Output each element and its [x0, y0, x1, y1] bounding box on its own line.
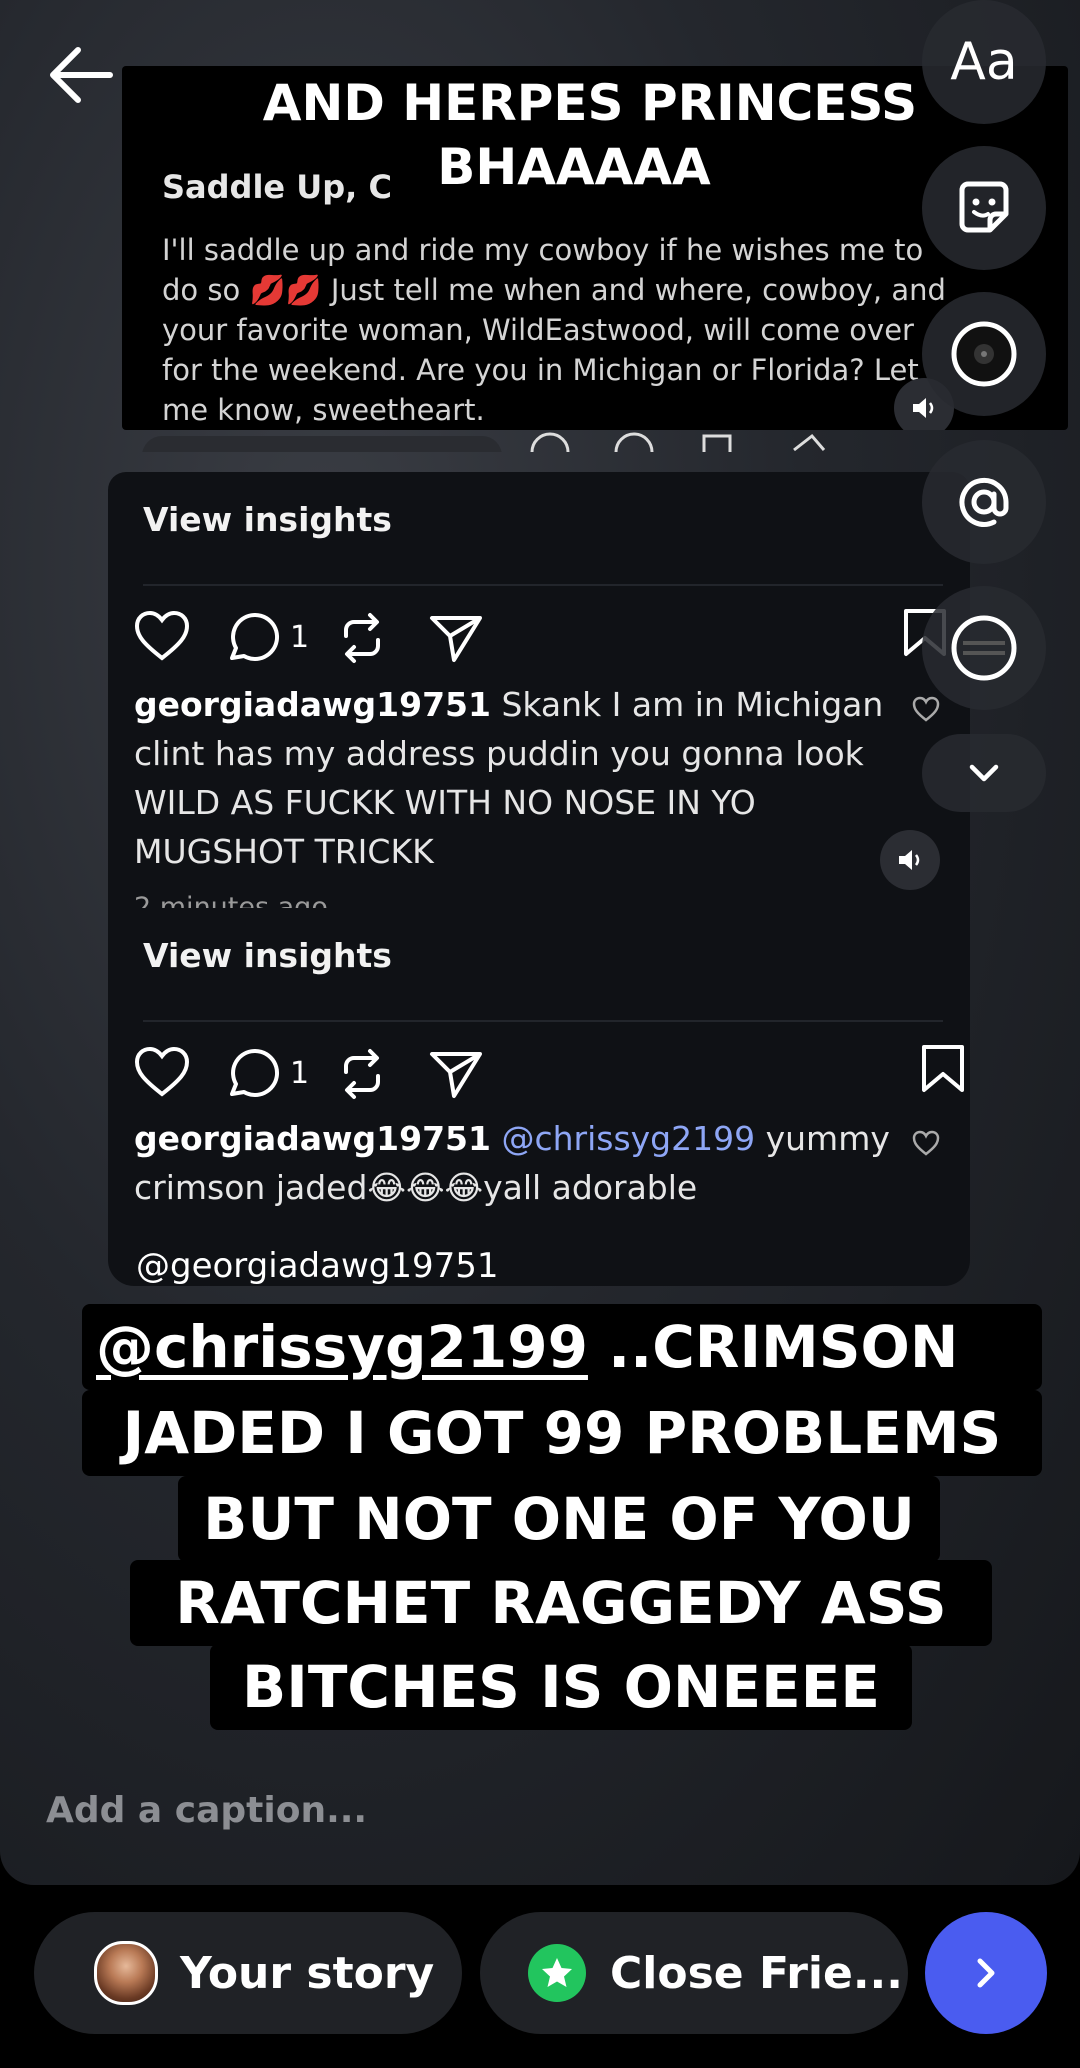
- comment-count: 1: [290, 620, 310, 655]
- your-story-button[interactable]: Your story: [34, 1912, 462, 2034]
- mention-icon: [959, 477, 1009, 527]
- share-next-button[interactable]: [925, 1912, 1047, 2034]
- story-canvas: AND HERPES PRINCESS Saddle Up, C BHAAAAA…: [0, 0, 1080, 1885]
- repost-icon[interactable]: [338, 1048, 386, 1100]
- repost-icon[interactable]: [338, 612, 386, 664]
- share-icon[interactable]: [428, 612, 484, 664]
- post-actions: 1: [134, 1044, 974, 1104]
- sticker-title-line1: AND HERPES PRINCESS: [262, 74, 918, 132]
- chevron-down-icon: [969, 764, 999, 782]
- comment-card: View insights 1 georgiadawg19751 @chriss…: [108, 908, 970, 1286]
- close-friends-label: Close Frie...: [610, 1947, 903, 1999]
- chevron-right-icon: [977, 1958, 995, 1988]
- comment-mention[interactable]: @chrissyg2199: [501, 1119, 755, 1158]
- comment-count: 1: [290, 1056, 310, 1091]
- music-button[interactable]: [922, 292, 1046, 416]
- story-text-line1[interactable]: @chrissyg2199 ..CRIMSON: [82, 1304, 1042, 1390]
- post-action-bar: [122, 430, 1068, 452]
- story-text-line4[interactable]: RATCHET RAGGEDY ASS: [130, 1560, 992, 1646]
- sticker-title-line2: BHAAAAA: [437, 138, 711, 196]
- heart-icon[interactable]: [134, 1046, 190, 1098]
- share-icon[interactable]: [428, 1048, 484, 1100]
- divider: [143, 1020, 943, 1022]
- speaker-icon: [880, 830, 940, 890]
- sticker-icon: [959, 181, 1009, 233]
- view-insights-link[interactable]: View insights: [143, 500, 392, 539]
- more-tools-button[interactable]: [922, 734, 1046, 812]
- comment-icon[interactable]: [224, 1046, 280, 1102]
- comment-username[interactable]: georgiadawg19751: [134, 685, 491, 724]
- post-actions: 1: [134, 608, 974, 668]
- music-icon: [951, 321, 1017, 387]
- post-body: I'll saddle up and ride my cowboy if he …: [162, 233, 946, 427]
- heart-icon[interactable]: [134, 610, 190, 662]
- like-comment-icon[interactable]: [912, 1130, 940, 1156]
- comment-icon[interactable]: [224, 610, 280, 666]
- mention-button[interactable]: [922, 440, 1046, 564]
- effects-icon: [951, 615, 1017, 681]
- like-comment-icon[interactable]: [912, 696, 940, 722]
- star-icon: [528, 1944, 586, 2002]
- comment-username[interactable]: georgiadawg19751: [134, 1119, 491, 1158]
- sticker-button[interactable]: [922, 146, 1046, 270]
- story-text-line1-rest: ..CRIMSON: [587, 1313, 959, 1381]
- effects-button[interactable]: [922, 586, 1046, 710]
- close-friends-button[interactable]: Close Frie...: [480, 1912, 908, 2034]
- story-text-line2[interactable]: JADED I GOT 99 PROBLEMS: [82, 1390, 1042, 1476]
- comment-text: georgiadawg19751 Skank I am in Michigan …: [134, 680, 894, 876]
- comment-card: View insights 1 georgiadawg19751 Skank I…: [108, 472, 970, 912]
- caption-input[interactable]: Add a caption...: [46, 1790, 367, 1831]
- mention-sticker[interactable]: @georgiadawg19751: [136, 1246, 499, 1286]
- divider: [143, 584, 943, 586]
- text-tool-label: Aa: [950, 32, 1018, 92]
- story-text-mention[interactable]: @chrissyg2199: [96, 1313, 588, 1381]
- avatar: [94, 1941, 158, 2005]
- comment-text: georgiadawg19751 @chrissyg2199 yummy cri…: [134, 1114, 894, 1212]
- story-text-line3[interactable]: BUT NOT ONE OF YOU: [178, 1476, 940, 1562]
- your-story-label: Your story: [180, 1947, 435, 1999]
- bookmark-icon[interactable]: [920, 1044, 966, 1094]
- text-tool-button[interactable]: Aa: [922, 0, 1046, 124]
- story-text-line5[interactable]: BITCHES IS ONEEEE: [210, 1644, 912, 1730]
- view-insights-link[interactable]: View insights: [143, 936, 392, 975]
- screenshot-sticker[interactable]: AND HERPES PRINCESS Saddle Up, C BHAAAAA…: [108, 66, 1068, 1286]
